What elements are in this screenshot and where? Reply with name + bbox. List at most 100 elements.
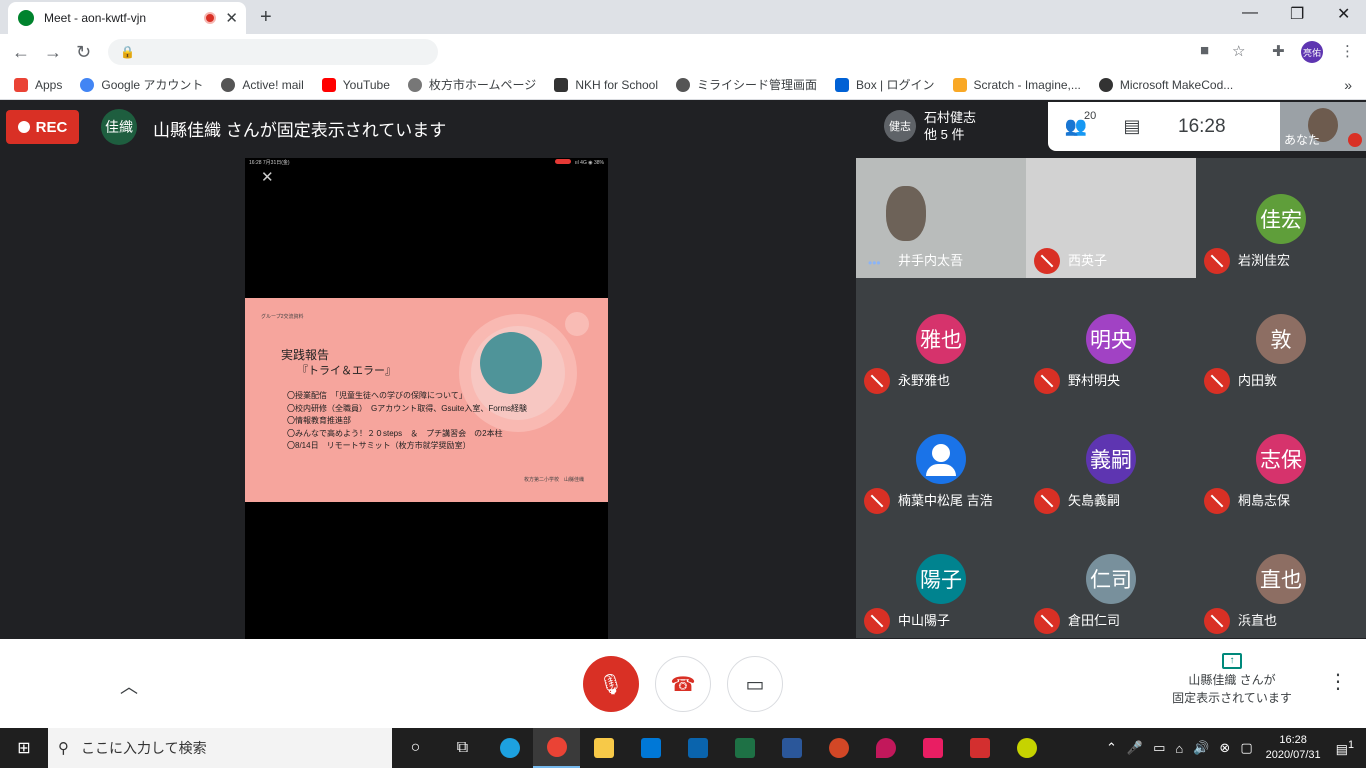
bookmark-scratch[interactable]: Scratch - Imagine,... [952,77,1081,92]
participant-name: 倉田仁司 [1068,613,1121,628]
other-participants-card[interactable]: 健志 石村健志 他 5 件 [876,103,1048,149]
participant-avatar: 仁司 [1086,554,1136,604]
apps-grid-icon [14,77,28,92]
bookmark-apps[interactable]: Apps [14,77,62,92]
extensions-icon[interactable]: ✚ [1272,42,1285,60]
chrome-menu-icon[interactable]: ⋮ [1340,42,1355,60]
bookmark-makecode[interactable]: Microsoft MakeCod... [1098,77,1233,92]
paint3d-app[interactable] [862,728,909,768]
participant-avatar: 佳宏 [1256,194,1306,244]
bookmark-nkh[interactable]: NKH for School [554,77,658,92]
bookmark-miraiseed[interactable]: ミライシード管理画面 [676,76,817,93]
chevron-up-icon[interactable]: ⌃ [1106,740,1117,756]
profile-avatar[interactable]: 亮佑 [1301,41,1323,63]
participant-name: 楠葉中松尾 吉浩 [898,493,993,508]
windows-start-button[interactable]: ⊞ [0,738,48,758]
leave-call-button[interactable]: ☎ [655,656,711,712]
edge-app[interactable] [486,728,533,768]
3d-builder-app[interactable] [909,728,956,768]
youtube-icon [321,77,336,92]
participant-tile[interactable]: 義嗣 矢島義嗣 [1026,398,1196,518]
bookmark-active-mail[interactable]: Active! mail [221,77,304,92]
participant-tile[interactable]: 西英子 [1026,158,1196,278]
google-icon [80,77,95,92]
participant-tile[interactable]: ••• 井手内太吾 [856,158,1026,278]
back-button[interactable]: ← [12,42,30,63]
mail-icon [687,738,708,758]
guest-name: 石村健志 [924,110,977,125]
recording-pill-icon [554,159,571,164]
volume-icon[interactable]: 🔊 [1193,740,1209,756]
participant-tile[interactable]: 楠葉中松尾 吉浩 [856,398,1026,518]
presenting-button[interactable]: ↑ 山縣佳織 さんが 固定表示されています [1160,653,1304,707]
pinned-avatar: 佳織 [101,109,137,145]
people-button[interactable]: 👥 20 [1048,110,1104,137]
battery-icon[interactable]: ▭ [1153,740,1165,756]
chat-button[interactable]: ▤ [1104,116,1160,137]
muted-mic-icon [864,368,890,394]
mail-app[interactable] [674,728,721,768]
slide-bullets: 〇授業配信 「児童生徒への学びの保障について」 〇校内研修（全職員） Gアカウン… [287,390,527,453]
store-icon [640,738,661,758]
new-tab-button[interactable]: + [260,6,272,29]
bookmark-youtube[interactable]: YouTube [321,77,390,92]
ime-icon[interactable]: ▢ [1240,740,1252,756]
reload-button[interactable]: ↻ [76,42,91,63]
participant-avatar: 陽子 [916,554,966,604]
tab-close-button[interactable]: ✕ [225,9,238,27]
bookmarks-overflow-button[interactable]: » [1344,77,1352,93]
self-view-tile[interactable]: あなた [1280,102,1366,151]
bookmark-star-icon[interactable]: ☆ [1232,42,1245,60]
more-options-button[interactable]: ⋮ [1328,669,1348,694]
word-app[interactable] [768,728,815,768]
store-app[interactable] [627,728,674,768]
notification-icon[interactable]: ▤1 [1336,739,1354,757]
muted-mic-icon [1034,488,1060,514]
powerpoint-icon [828,738,849,758]
file-explorer-app[interactable] [580,728,627,768]
muted-mic-icon [1034,368,1060,394]
camera-icon[interactable]: ■ [1200,42,1209,59]
system-clock[interactable]: 16:28 2020/07/31 [1266,733,1321,763]
chrome-app[interactable] [533,728,580,768]
tab-meet[interactable]: Meet - aon-kwtf-vjn ✕ [8,2,246,34]
camera-toggle-button[interactable]: ▭ [727,656,783,712]
microphone-toggle-button[interactable]: 🎙 [583,656,639,712]
task-view-button[interactable]: ⧉ [439,728,486,768]
close-window-button[interactable]: ✕ [1337,4,1350,24]
muted-mic-icon [864,608,890,634]
taskbar-search[interactable]: ⚲ ここに入力して検索 [48,728,392,768]
microphone-icon[interactable]: 🎤 [1127,740,1143,756]
bookmark-hirakata[interactable]: 枚方市ホームページ [407,76,536,93]
pie-graphic [480,332,542,394]
chevron-up-icon[interactable]: ︿ [120,673,138,699]
participant-tile[interactable]: 志保 桐島志保 [1196,398,1366,518]
bookmark-box[interactable]: Box | ログイン [835,76,935,93]
network-icon[interactable]: ⌂ [1175,741,1183,756]
participant-tile[interactable]: 明央 野村明央 [1026,278,1196,398]
media-app[interactable] [1003,728,1050,768]
bookmark-google-account[interactable]: Google アカウント [80,76,203,93]
forward-button[interactable]: → [44,42,62,63]
meet-stage: REC 佳織 山縣佳織 さんが固定表示されています 16:28 7月31日(金)… [0,101,1366,639]
excel-app[interactable] [721,728,768,768]
cortana-button[interactable]: ○ [392,728,439,768]
participant-tile[interactable]: 仁司倉田仁司 [1026,518,1196,638]
close-icon[interactable]: ✕ [261,168,274,186]
acrobat-app[interactable] [956,728,1003,768]
rec-badge[interactable]: REC [6,110,79,144]
participant-tile[interactable]: 陽子 中山陽子 [856,518,1026,638]
participant-tile[interactable]: 敦内田敦 [1196,278,1366,398]
restore-button[interactable]: ❐ [1290,4,1304,24]
participant-name: 野村明央 [1068,373,1121,388]
participant-tile[interactable]: 直也 浜直也 [1196,518,1366,638]
url-omnibox[interactable]: 🔒 [108,39,438,65]
participant-avatar: 敦 [1256,314,1306,364]
participant-tile[interactable]: 雅也 永野雅也 [856,278,1026,398]
minimize-button[interactable]: — [1242,4,1258,22]
participant-tile[interactable]: 佳宏 岩渕佳宏 [1196,158,1366,278]
powerpoint-app[interactable] [815,728,862,768]
close-circle-icon[interactable]: ⊗ [1219,740,1230,756]
pdf-icon [969,738,990,758]
muted-mic-icon [1204,488,1230,514]
